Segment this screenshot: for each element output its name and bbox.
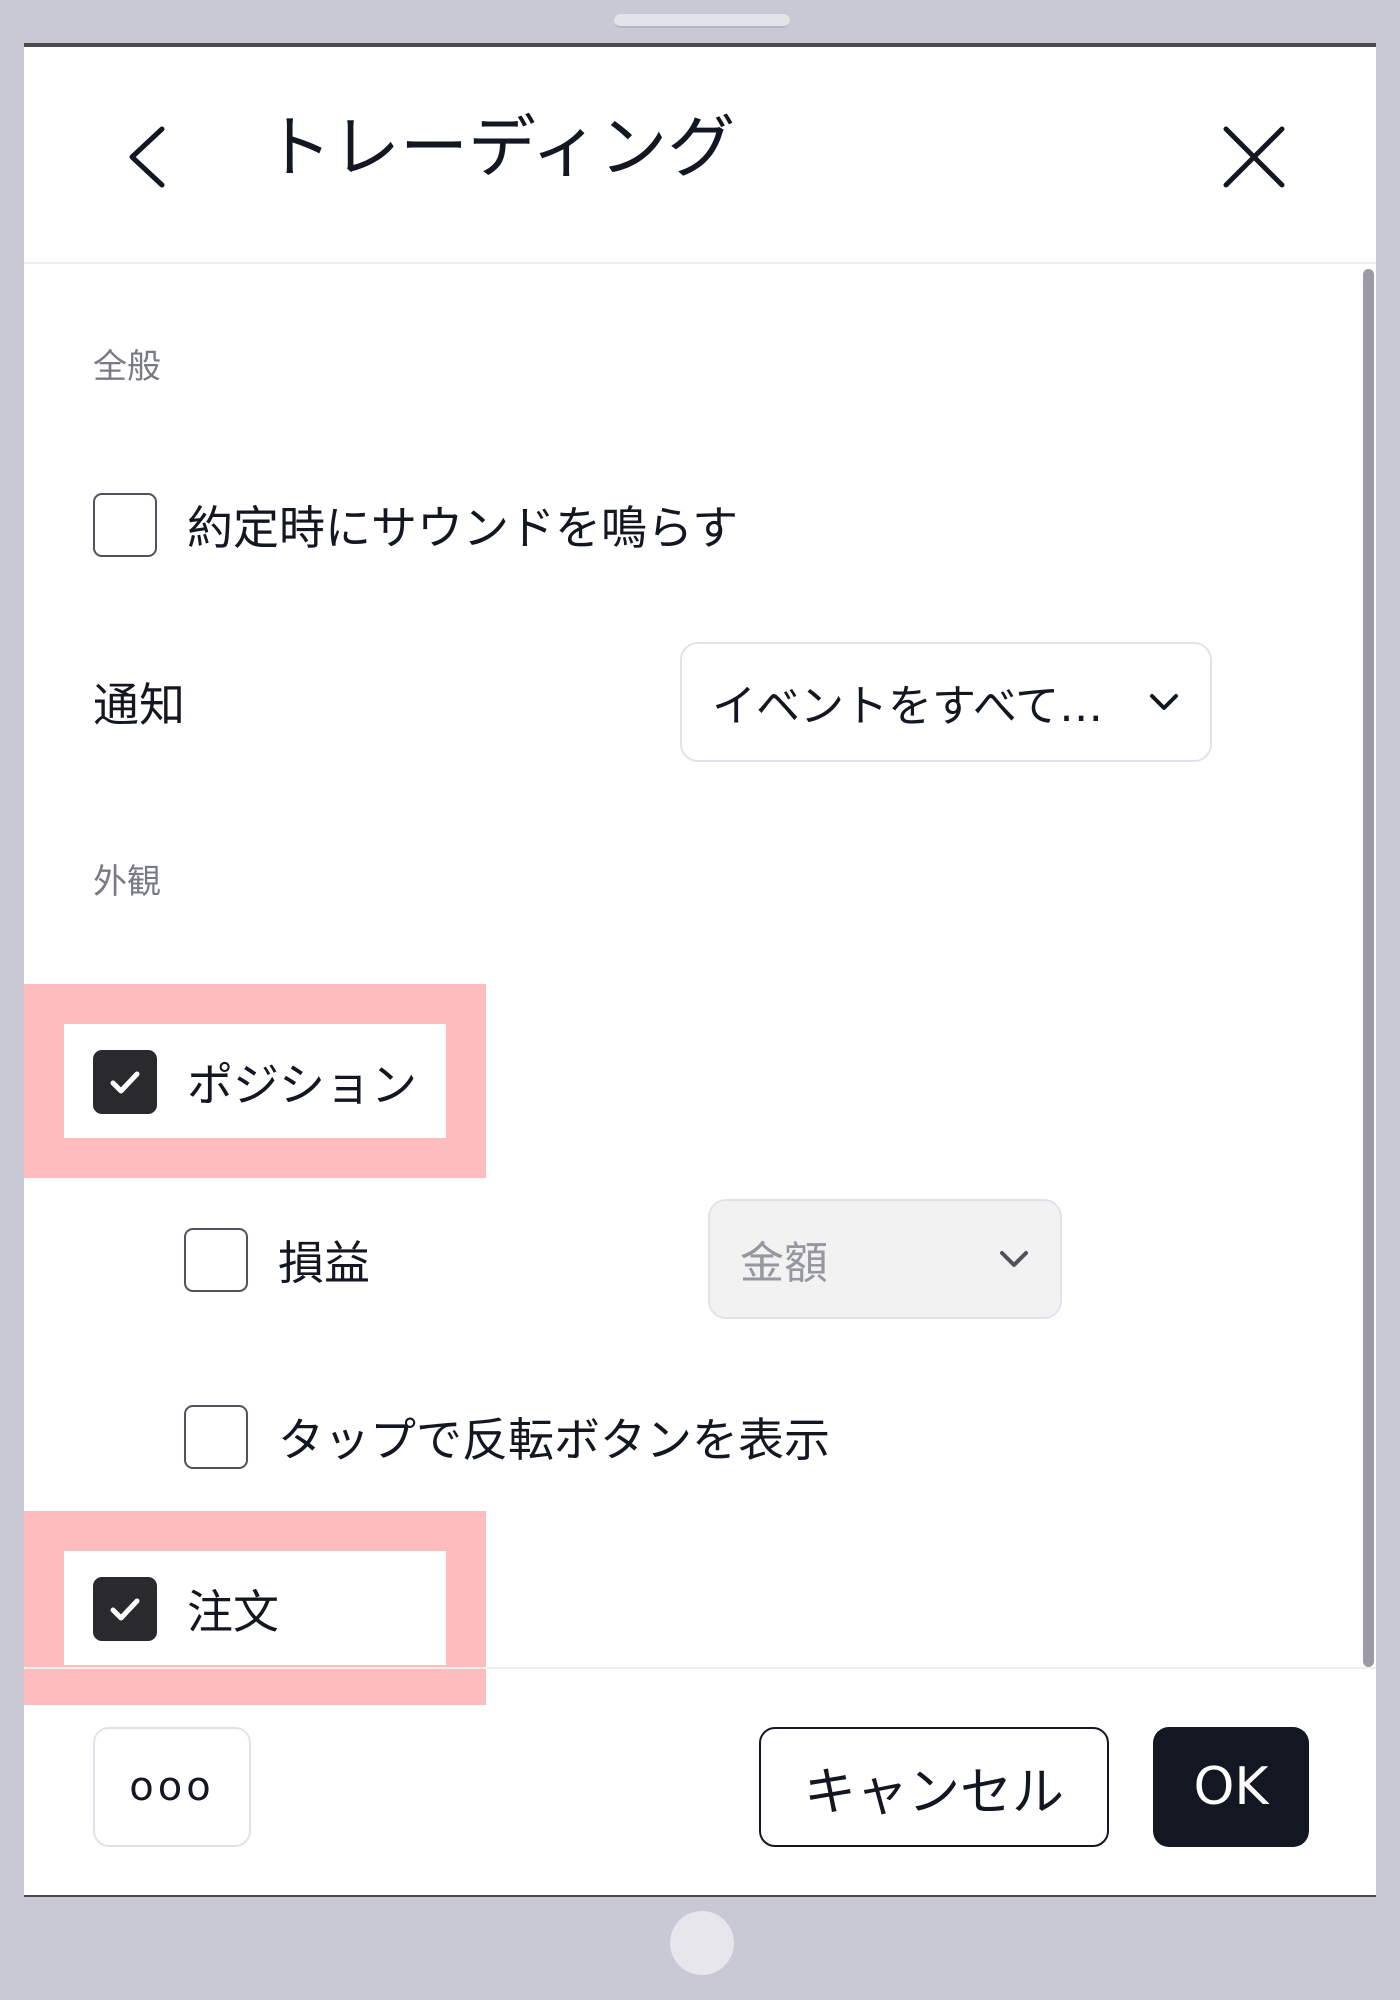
dialog-header: トレーディング [24,47,1376,264]
orders-row[interactable]: 注文 [93,1576,279,1642]
pnl-selected-value: 金額 [740,1238,828,1289]
reverse-button-label: タップで反転ボタンを表示 [278,1413,830,1467]
device-top-notch [614,14,790,28]
more-options-button[interactable]: ooo [93,1727,251,1847]
chevron-down-icon [1000,1251,1028,1267]
orders-label: 注文 [187,1585,279,1639]
sound-on-fill-label: 約定時にサウンドを鳴らす [187,501,739,555]
reverse-button-checkbox[interactable] [184,1405,248,1469]
checkmark-icon [110,1071,140,1094]
positions-checkbox[interactable] [93,1050,157,1114]
settings-content[interactable]: 全般 約定時にサウンドを鳴らす 通知 イベントをすべて… 外観 ポジション 損益… [24,266,1376,1705]
orders-checkbox[interactable] [93,1577,157,1641]
notifications-row: 通知 [93,669,185,735]
sound-on-fill-row[interactable]: 約定時にサウンドを鳴らす [93,492,738,558]
pnl-checkbox[interactable] [184,1228,248,1292]
positions-label: ポジション [187,1058,417,1112]
cancel-button-label: キャンセル [803,1762,1064,1823]
trading-settings-dialog: トレーディング 全般 約定時にサウンドを鳴らす 通知 イベントをすべて… 外観 … [24,43,1376,1897]
section-label-general: 全般 [93,347,161,387]
notifications-label: 通知 [93,678,185,732]
dialog-footer: ooo キャンセル OK [24,1667,1376,1899]
ok-button[interactable]: OK [1153,1727,1309,1847]
dialog-title: トレーディング [264,109,736,188]
sound-on-fill-checkbox[interactable] [93,493,157,557]
device-home-button[interactable] [670,1911,734,1975]
positions-row[interactable]: ポジション [93,1049,417,1115]
tablet-frame: トレーディング 全般 約定時にサウンドを鳴らす 通知 イベントをすべて… 外観 … [0,0,1400,2000]
pnl-row[interactable]: 損益 [184,1227,370,1293]
notifications-selected-value: イベントをすべて… [712,681,1104,732]
ok-button-label: OK [1193,1757,1269,1817]
back-button[interactable] [110,107,190,207]
notifications-select[interactable]: イベントをすべて… [680,642,1212,762]
chevron-down-icon [1150,694,1178,710]
chevron-left-icon [129,126,165,188]
scrollbar[interactable] [1363,269,1374,1667]
checkmark-icon [110,1598,140,1621]
cancel-button[interactable]: キャンセル [759,1727,1109,1847]
reverse-button-row[interactable]: タップで反転ボタンを表示 [184,1404,830,1470]
pnl-display-select[interactable]: 金額 [708,1199,1062,1319]
pnl-label: 損益 [278,1236,370,1290]
close-button[interactable] [1204,107,1304,207]
more-dots-icon: ooo [129,1764,215,1810]
close-icon [1223,126,1285,188]
section-label-appearance: 外観 [93,862,161,902]
